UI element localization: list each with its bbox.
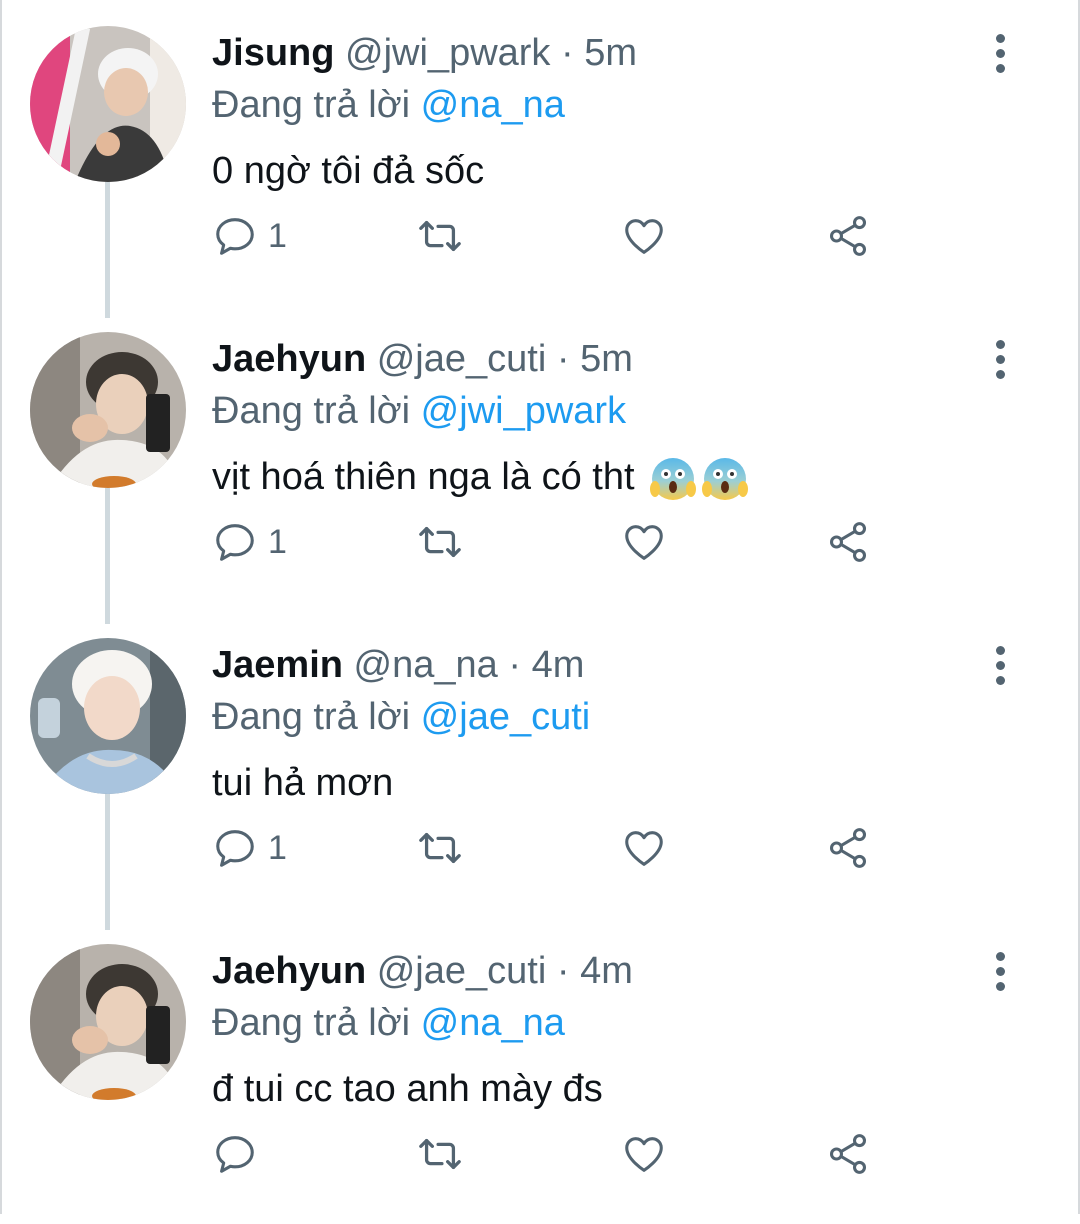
reply-button[interactable] [212, 1124, 268, 1184]
retweet-button[interactable] [412, 818, 468, 878]
reply-button[interactable]: 1 [212, 206, 287, 266]
mention-link[interactable]: @na_na [421, 1002, 565, 1044]
display-name[interactable]: Jaemin [212, 644, 343, 686]
heart-icon [625, 219, 663, 254]
retweet-icon [419, 1138, 461, 1170]
retweet-button[interactable] [412, 512, 468, 572]
share-button[interactable] [824, 1124, 872, 1184]
share-button[interactable] [824, 206, 872, 266]
separator-dot: · [556, 950, 570, 992]
user-handle[interactable]: @jwi_pwark [345, 32, 550, 74]
more-options-icon[interactable] [980, 642, 1020, 688]
tweet-actions [212, 1124, 892, 1184]
share-button[interactable] [824, 512, 872, 572]
tweet-header: Jisung @jwi_pwark · 5m [212, 30, 637, 76]
retweet-icon [419, 832, 461, 864]
reply-icon [216, 830, 254, 867]
tweet-header: Jaehyun @jae_cuti · 5m [212, 336, 633, 382]
replying-to: Đang trả lời @jwi_pwark [212, 388, 626, 434]
face-screaming-in-fear-icon [650, 457, 697, 500]
replying-to: Đang trả lời @jae_cuti [212, 694, 590, 740]
avatar[interactable] [30, 26, 186, 182]
tweet-text: tui hả mơn [212, 762, 394, 804]
tweet[interactable]: Jisung @jwi_pwark · 5m Đang trả lời @na_… [0, 0, 1080, 318]
retweet-icon [419, 220, 461, 252]
share-icon [829, 1134, 867, 1174]
more-options-icon[interactable] [980, 336, 1020, 382]
share-icon [829, 522, 867, 562]
timestamp[interactable]: 5m [584, 32, 637, 74]
heart-icon [625, 831, 663, 866]
avatar[interactable] [30, 638, 186, 794]
tweet[interactable]: Jaehyun @jae_cuti · 5m Đang trả lời @jwi… [0, 306, 1080, 624]
avatar[interactable] [30, 332, 186, 488]
mention-link[interactable]: @jae_cuti [421, 696, 591, 738]
tweet-actions: 1 [212, 818, 892, 878]
retweet-icon [419, 526, 461, 558]
share-icon [829, 216, 867, 256]
mention-link[interactable]: @jwi_pwark [421, 390, 626, 432]
reply-button[interactable]: 1 [212, 512, 287, 572]
display-name[interactable]: Jaehyun [212, 338, 366, 380]
thread-connector-line [105, 464, 110, 624]
user-handle[interactable]: @jae_cuti [377, 950, 547, 992]
mention-link[interactable]: @na_na [421, 84, 565, 126]
like-button[interactable] [620, 818, 668, 878]
like-button[interactable] [620, 206, 668, 266]
like-button[interactable] [620, 512, 668, 572]
replying-to-label: Đang trả lời [212, 390, 411, 432]
more-options-icon[interactable] [980, 948, 1020, 994]
heart-icon [625, 1137, 663, 1172]
timestamp[interactable]: 4m [532, 644, 585, 686]
thread-connector-line [105, 158, 110, 318]
reply-icon [216, 1136, 254, 1173]
replying-to-label: Đang trả lời [212, 1002, 411, 1044]
tweet-text: đ tui cc tao anh mày đs [212, 1068, 603, 1110]
separator-dot: · [508, 644, 521, 686]
reply-thread: Jisung @jwi_pwark · 5m Đang trả lời @na_… [0, 0, 1080, 1214]
heart-icon [625, 525, 663, 560]
user-handle[interactable]: @jae_cuti [377, 338, 547, 380]
timestamp[interactable]: 4m [580, 950, 633, 992]
tweet-text: vịt hoá thiên nga là có tht [212, 454, 749, 503]
tweet-actions: 1 [212, 512, 892, 572]
retweet-button[interactable] [412, 206, 468, 266]
replying-to-label: Đang trả lời [212, 84, 411, 126]
tweet-header: Jaemin @na_na · 4m [212, 642, 584, 688]
display-name[interactable]: Jaehyun [212, 950, 366, 992]
share-icon [829, 828, 867, 868]
replying-to: Đang trả lời @na_na [212, 82, 565, 128]
reply-icon [216, 218, 254, 255]
share-button[interactable] [824, 818, 872, 878]
tweet[interactable]: Jaehyun @jae_cuti · 4m Đang trả lời @na_… [0, 918, 1080, 1224]
tweet-actions: 1 [212, 206, 892, 266]
like-button[interactable] [620, 1124, 668, 1184]
separator-dot: · [556, 338, 570, 380]
avatar[interactable] [30, 944, 186, 1100]
tweet[interactable]: Jaemin @na_na · 4m Đang trả lời @jae_cut… [0, 612, 1080, 930]
thread-connector-line [105, 770, 110, 930]
tweet-text-body: vịt hoá thiên nga là có tht [212, 456, 635, 498]
retweet-button[interactable] [412, 1124, 468, 1184]
reply-count: 1 [268, 828, 287, 867]
timestamp[interactable]: 5m [580, 338, 633, 380]
user-handle[interactable]: @na_na [354, 644, 498, 686]
reply-count: 1 [268, 216, 287, 255]
tweet-text: 0 ngờ tôi đả sốc [212, 150, 485, 192]
display-name[interactable]: Jisung [212, 32, 334, 74]
tweet-header: Jaehyun @jae_cuti · 4m [212, 948, 633, 994]
face-screaming-in-fear-icon [702, 457, 749, 500]
more-options-icon[interactable] [980, 30, 1020, 76]
replying-to: Đang trả lời @na_na [212, 1000, 565, 1046]
reply-icon [216, 524, 254, 561]
separator-dot: · [561, 32, 574, 74]
replying-to-label: Đang trả lời [212, 696, 411, 738]
reply-count: 1 [268, 522, 287, 561]
reply-button[interactable]: 1 [212, 818, 287, 878]
